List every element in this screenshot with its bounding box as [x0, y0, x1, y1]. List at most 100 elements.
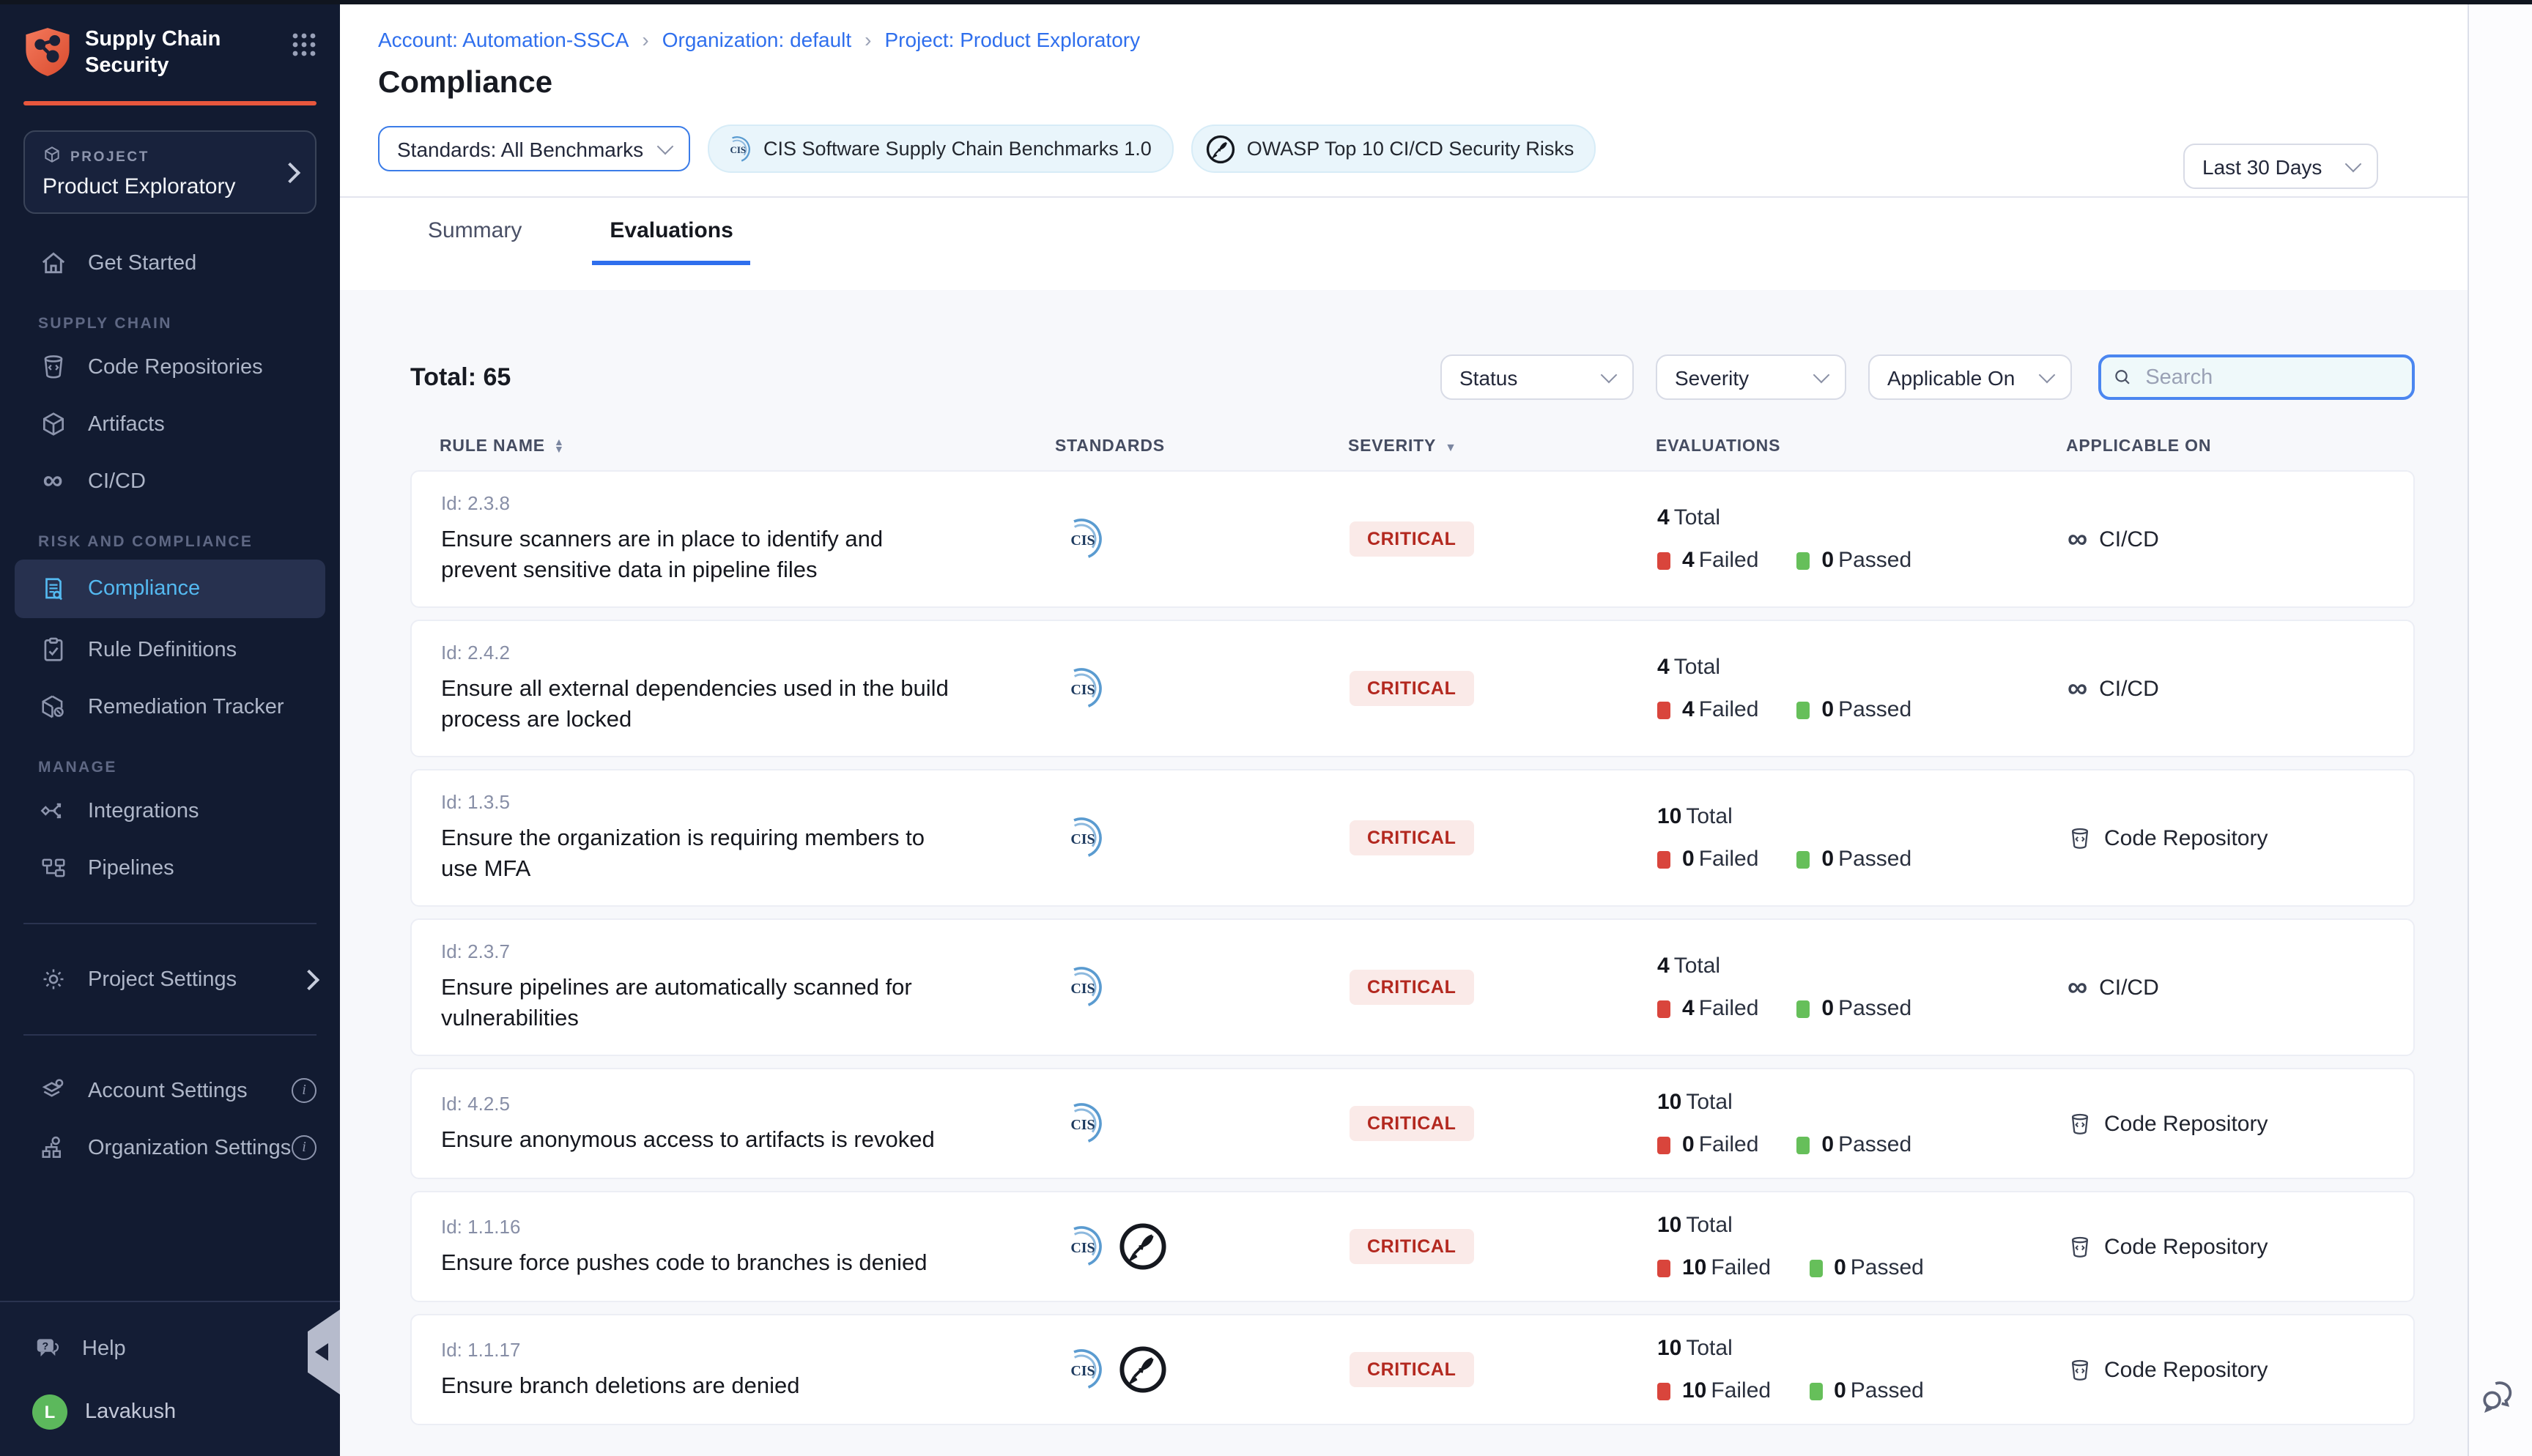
- severity-badge: CRITICAL: [1350, 521, 1473, 557]
- code-repository-icon: [2068, 1110, 2092, 1137]
- standard-chip-cis[interactable]: CIS CIS Software Supply Chain Benchmarks…: [708, 125, 1174, 173]
- brand-divider: [23, 101, 316, 105]
- sidebar: Supply Chain Security: [0, 0, 340, 1456]
- code-repository-icon: [2068, 1356, 2092, 1383]
- clipboard-check-icon: [38, 635, 67, 664]
- window-top-edge: [0, 0, 2532, 4]
- sidebar-item-cicd[interactable]: ∞ CI/CD: [0, 453, 340, 510]
- rule-id: Id: 1.1.17: [441, 1338, 1056, 1360]
- sidebar-item-label: Get Started: [88, 251, 316, 275]
- svg-text:CIS: CIS: [1070, 682, 1095, 698]
- column-rule-name[interactable]: RULE NAME ▲▼: [440, 438, 1055, 456]
- rule-id: Id: 1.3.5: [441, 791, 1056, 813]
- section-manage: MANAGE: [0, 735, 340, 782]
- table-row[interactable]: Id: 2.3.7 Ensure pipelines are automatic…: [410, 918, 2415, 1056]
- sidebar-item-label: Rule Definitions: [88, 638, 316, 661]
- avatar: L: [32, 1394, 67, 1430]
- failed-indicator: [1657, 1136, 1670, 1154]
- table-row[interactable]: Id: 1.3.5 Ensure the organization is req…: [410, 769, 2415, 907]
- app-window: Supply Chain Security: [0, 0, 2532, 1456]
- home-icon: [38, 248, 67, 278]
- table-row[interactable]: Id: 2.3.8 Ensure scanners are in place t…: [410, 470, 2415, 608]
- sidebar-item-pipelines[interactable]: Pipelines: [0, 839, 340, 896]
- app-logo-shield-icon: [23, 26, 72, 85]
- chevron-down-icon: [1813, 367, 1830, 384]
- project-selector[interactable]: PROJECT Product Exploratory: [23, 130, 316, 214]
- sidebar-item-label: Code Repositories: [88, 355, 316, 379]
- search-box[interactable]: [2098, 354, 2415, 400]
- sidebar-item-label: CI/CD: [88, 469, 316, 493]
- breadcrumb: Account: Automation-SSCA › Organization:…: [340, 4, 2469, 51]
- breadcrumb-organization[interactable]: Organization: default: [662, 28, 851, 51]
- sidebar-item-label: Compliance: [88, 577, 316, 601]
- pipelines-icon: [38, 853, 67, 883]
- page-title: Compliance: [340, 51, 2469, 101]
- date-range-dropdown[interactable]: Last 30 Days: [2183, 144, 2378, 189]
- cis-icon: CIS: [1056, 813, 1106, 863]
- sidebar-item-compliance[interactable]: Compliance: [15, 560, 325, 618]
- sidebar-item-integrations[interactable]: Integrations: [0, 782, 340, 839]
- applicable-on-filter-dropdown[interactable]: Applicable On: [1868, 354, 2072, 400]
- sidebar-item-label: Organization Settings: [88, 1136, 292, 1159]
- rule-name: Ensure force pushes code to branches is …: [441, 1247, 957, 1278]
- standard-chip-owasp[interactable]: OWASP Top 10 CI/CD Security Risks: [1191, 125, 1596, 173]
- breadcrumb-project[interactable]: Project: Product Exploratory: [885, 28, 1141, 51]
- sidebar-item-artifacts[interactable]: Artifacts: [0, 395, 340, 453]
- table-row[interactable]: Id: 1.1.16 Ensure force pushes code to b…: [410, 1191, 2415, 1302]
- column-severity[interactable]: SEVERITY ▼: [1348, 438, 1641, 456]
- passed-indicator: [1809, 1259, 1822, 1277]
- sidebar-item-label: Help: [82, 1337, 316, 1360]
- rule-name: Ensure the organization is requiring mem…: [441, 823, 957, 885]
- info-icon[interactable]: i: [292, 1135, 316, 1160]
- user-menu[interactable]: L Lavakush: [0, 1383, 340, 1441]
- table-row[interactable]: Id: 4.2.5 Ensure anonymous access to art…: [410, 1068, 2415, 1179]
- passed-indicator: [1796, 1136, 1810, 1154]
- integrations-icon: [38, 796, 67, 825]
- sidebar-item-help[interactable]: ? Help: [0, 1320, 340, 1377]
- tab-evaluations[interactable]: Evaluations: [592, 198, 750, 265]
- tab-bar: Summary Evaluations: [340, 198, 2469, 265]
- standards-dropdown[interactable]: Standards: All Benchmarks: [378, 126, 690, 171]
- failed-indicator: [1657, 850, 1670, 868]
- cicd-infinity-icon: ∞: [2068, 675, 2087, 702]
- chevron-right-icon: [280, 162, 300, 182]
- table-row[interactable]: Id: 1.1.17 Ensure branch deletions are d…: [410, 1314, 2415, 1425]
- app-grid-icon[interactable]: [292, 32, 316, 64]
- sidebar-item-label: Integrations: [88, 799, 316, 822]
- column-standards: STANDARDS: [1055, 438, 1348, 456]
- main-content: Account: Automation-SSCA › Organization:…: [340, 4, 2469, 1456]
- sidebar-item-organization-settings[interactable]: Organization Settings i: [0, 1119, 340, 1176]
- status-filter-dropdown[interactable]: Status: [1440, 354, 1634, 400]
- severity-badge: CRITICAL: [1350, 970, 1473, 1005]
- column-applicable-on: APPLICABLE ON: [2037, 438, 2415, 456]
- breadcrumb-separator-icon: ›: [865, 28, 871, 51]
- support-chat-icon[interactable]: [2476, 1374, 2520, 1425]
- tab-summary[interactable]: Summary: [425, 198, 525, 265]
- sidebar-item-remediation-tracker[interactable]: Remediation Tracker: [0, 678, 340, 735]
- org-chart-gear-icon: [38, 1133, 67, 1162]
- sidebar-item-rule-definitions[interactable]: Rule Definitions: [0, 621, 340, 678]
- cis-icon: CIS: [1056, 514, 1106, 564]
- sidebar-item-project-settings[interactable]: Project Settings: [0, 951, 340, 1008]
- project-label: PROJECT: [70, 149, 149, 165]
- section-supply-chain: SUPPLY CHAIN: [0, 291, 340, 338]
- table-row[interactable]: Id: 2.4.2 Ensure all external dependenci…: [410, 620, 2415, 757]
- rule-id: Id: 1.1.16: [441, 1215, 1056, 1237]
- breadcrumb-account[interactable]: Account: Automation-SSCA: [378, 28, 629, 51]
- sidebar-item-code-repositories[interactable]: Code Repositories: [0, 338, 340, 395]
- severity-filter-dropdown[interactable]: Severity: [1656, 354, 1846, 400]
- sidebar-item-account-settings[interactable]: Account Settings i: [0, 1062, 340, 1119]
- sidebar-item-get-started[interactable]: Get Started: [0, 234, 340, 291]
- user-name: Lavakush: [85, 1400, 176, 1424]
- cis-icon: CIS: [1056, 1099, 1106, 1148]
- chevron-down-icon: [2345, 156, 2362, 173]
- breadcrumb-separator-icon: ›: [642, 28, 648, 51]
- column-evaluations: EVALUATIONS: [1641, 438, 2037, 456]
- search-input[interactable]: [2142, 364, 2400, 390]
- passed-indicator: [1796, 701, 1810, 718]
- code-repository-icon: [38, 352, 67, 382]
- code-repository-icon: [2068, 824, 2092, 852]
- cis-icon: CIS: [1056, 1345, 1106, 1394]
- failed-indicator: [1657, 551, 1670, 569]
- info-icon[interactable]: i: [292, 1078, 316, 1103]
